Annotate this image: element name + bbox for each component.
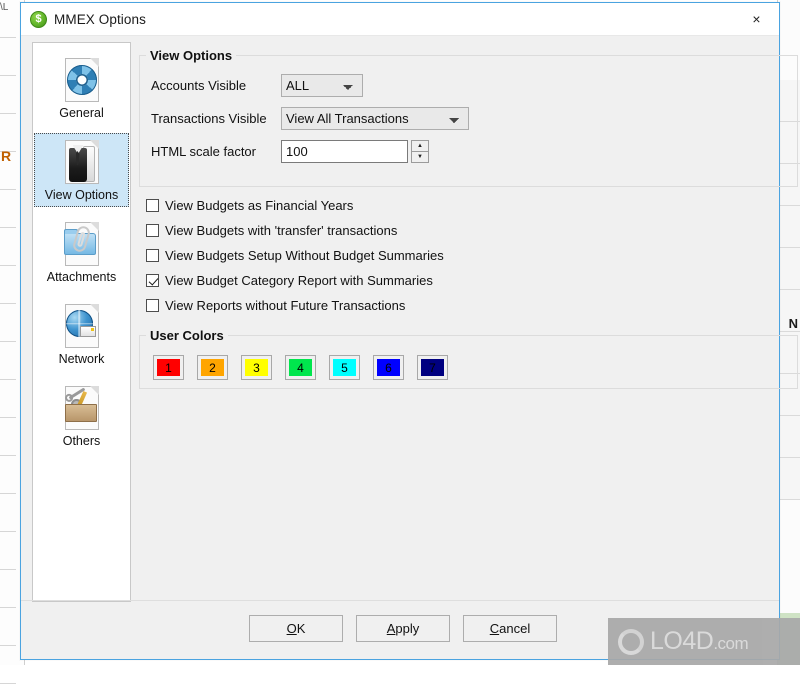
checkbox-view-budgets-as-financial-years[interactable]: View Budgets as Financial Years [146, 198, 353, 213]
background-fragment-left-top: \L [0, 2, 8, 13]
user-color-swatch: 4 [289, 359, 312, 376]
html-scale-factor-spinner: ▲ ▼ [411, 140, 429, 163]
checkbox-view-budget-category-report-with-summaries[interactable]: View Budget Category Report with Summari… [146, 273, 433, 288]
accounts-visible-label: Accounts Visible [151, 78, 281, 93]
toolbox-document-icon [58, 384, 106, 432]
user-color-button-7[interactable]: 7 [417, 355, 448, 380]
checkbox-label: View Budgets as Financial Years [165, 198, 353, 213]
user-colors-group: User Colors [139, 328, 798, 389]
user-colors-group-title: User Colors [146, 328, 228, 343]
transactions-visible-label: Transactions Visible [151, 111, 281, 126]
watermark-name: LO4D [650, 627, 713, 655]
user-color-button-6[interactable]: 6 [373, 355, 404, 380]
checkbox-label: View Reports without Future Transactions [165, 298, 405, 313]
accounts-visible-select[interactable]: ALL [281, 74, 363, 97]
html-scale-factor-row: HTML scale factor ▲ ▼ [151, 140, 429, 163]
checkbox-box[interactable] [146, 224, 159, 237]
close-icon[interactable]: × [734, 3, 779, 35]
paperclip-folder-icon [58, 220, 106, 268]
globe-document-icon [58, 302, 106, 350]
background-left-rows [0, 0, 16, 665]
checkbox-view-budgets-with-transfer-transactions[interactable]: View Budgets with 'transfer' transaction… [146, 223, 397, 238]
user-color-swatch: 5 [333, 359, 356, 376]
watermark-text: LO4D.com [650, 629, 748, 654]
window-title: MMEX Options [54, 12, 146, 27]
user-color-swatch: 1 [157, 359, 180, 376]
html-scale-factor-input[interactable] [281, 140, 408, 163]
sidebar-item-attachments[interactable]: Attachments [34, 215, 129, 289]
sidebar-item-label: Others [35, 434, 128, 449]
user-color-swatch: 2 [201, 359, 224, 376]
user-color-swatch: 3 [245, 359, 268, 376]
ok-rest: K [297, 621, 306, 636]
user-color-swatch: 7 [421, 359, 444, 376]
ok-accel: O [287, 621, 297, 636]
sidebar-item-general[interactable]: General [34, 51, 129, 125]
sidebar-item-label: General [35, 106, 128, 121]
checkbox-box[interactable] [146, 299, 159, 312]
accounts-visible-row: Accounts Visible ALL [151, 74, 363, 97]
checkbox-box[interactable] [146, 199, 159, 212]
ok-button[interactable]: OK [249, 615, 343, 642]
sidebar-item-view-options[interactable]: View Options [34, 133, 129, 207]
user-color-button-1[interactable]: 1 [153, 355, 184, 380]
sidebar-item-label: Network [35, 352, 128, 367]
html-scale-factor-label: HTML scale factor [151, 144, 281, 159]
checkbox-label: View Budget Category Report with Summari… [165, 273, 433, 288]
checkbox-view-budgets-setup-without-budget-summaries[interactable]: View Budgets Setup Without Budget Summar… [146, 248, 444, 263]
user-color-button-4[interactable]: 4 [285, 355, 316, 380]
user-color-button-3[interactable]: 3 [241, 355, 272, 380]
user-color-button-2[interactable]: 2 [197, 355, 228, 380]
cancel-rest: ancel [499, 621, 530, 636]
sidebar-item-others[interactable]: Others [34, 379, 129, 453]
checkbox-label: View Budgets Setup Without Budget Summar… [165, 248, 444, 263]
sidebar-item-network[interactable]: Network [34, 297, 129, 371]
lo4d-watermark: LO4D.com [608, 618, 800, 665]
checkbox-label: View Budgets with 'transfer' transaction… [165, 223, 397, 238]
user-color-button-5[interactable]: 5 [329, 355, 360, 380]
options-sidebar: General View Options [32, 42, 131, 602]
checkbox-box[interactable] [146, 249, 159, 262]
background-fragment-letter-r: R [1, 148, 11, 164]
suit-document-icon [58, 138, 106, 186]
sidebar-item-label: Attachments [35, 270, 128, 285]
apply-rest: pply [395, 621, 419, 636]
view-options-pane: View Options Accounts Visible ALL Transa… [139, 42, 767, 602]
dialog-body: General View Options [21, 36, 779, 659]
watermark-suffix: .com [713, 634, 748, 653]
apply-button[interactable]: Apply [356, 615, 450, 642]
cancel-accel: C [490, 621, 499, 636]
spinner-up-icon[interactable]: ▲ [411, 140, 429, 151]
mmex-options-dialog: MMEX Options × General [20, 2, 780, 660]
transactions-visible-row: Transactions Visible View All Transactio… [151, 107, 469, 130]
user-color-swatch: 6 [377, 359, 400, 376]
checkbox-view-reports-without-future-transactions[interactable]: View Reports without Future Transactions [146, 298, 405, 313]
title-bar: MMEX Options × [21, 3, 779, 36]
cancel-button[interactable]: Cancel [463, 615, 557, 642]
gear-document-icon [58, 56, 106, 104]
transactions-visible-select[interactable]: View All Transactions [281, 107, 469, 130]
spinner-down-icon[interactable]: ▼ [411, 151, 429, 163]
refresh-arrows-icon [616, 627, 646, 657]
view-options-group-title: View Options [146, 48, 236, 63]
checkbox-box[interactable] [146, 274, 159, 287]
dollar-coin-icon [30, 11, 47, 28]
sidebar-item-label: View Options [35, 188, 128, 203]
